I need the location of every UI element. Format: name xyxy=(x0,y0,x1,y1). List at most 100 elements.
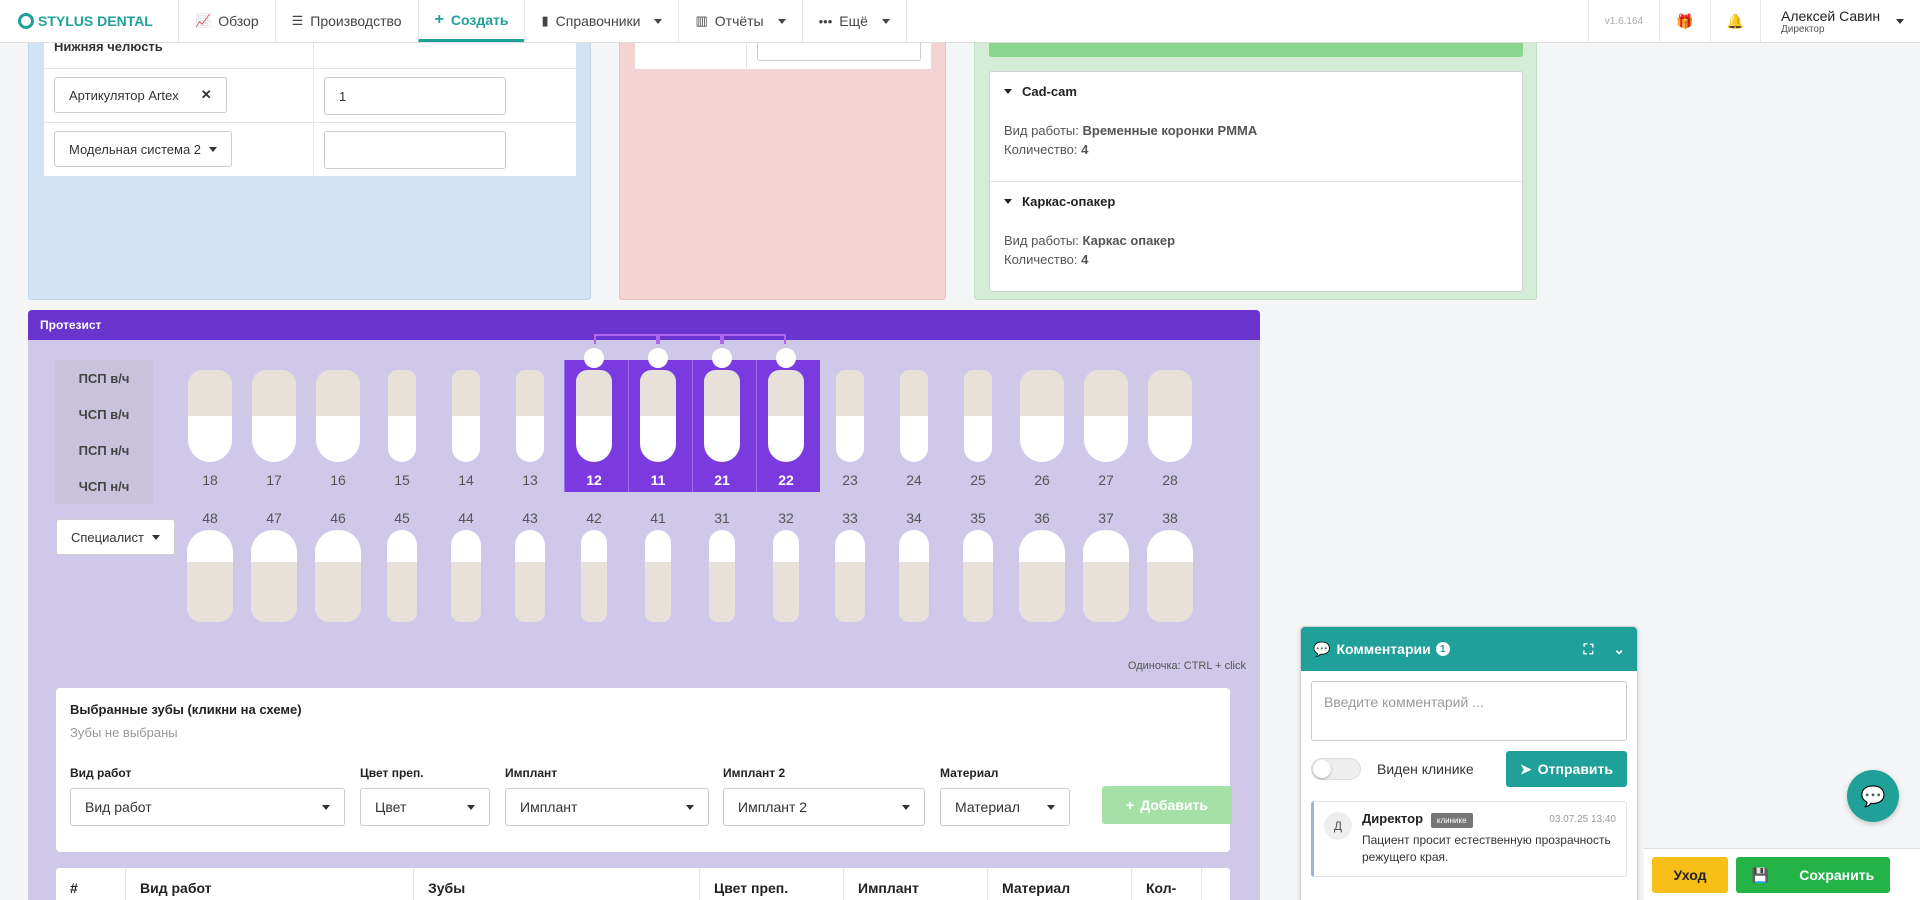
articulator-tag[interactable]: Артикулятор Artex ✕ xyxy=(54,77,227,113)
bell-icon: 🔔 xyxy=(1726,12,1744,29)
tooth-21[interactable]: 21 xyxy=(692,360,752,488)
model-system-dropdown[interactable]: Модельная система 2 xyxy=(54,131,233,167)
tooth-12[interactable]: 12 xyxy=(564,360,624,488)
tooth-34[interactable]: 34 xyxy=(884,510,944,622)
chevron-down-icon xyxy=(1896,19,1904,24)
care-button[interactable]: Уход xyxy=(1652,857,1728,893)
chevron-down-icon[interactable]: ⌄ xyxy=(1613,641,1625,658)
col-prep-color[interactable]: Цвет преп. xyxy=(700,868,844,900)
tooth-28[interactable]: 28 xyxy=(1140,360,1200,488)
tooth-44[interactable]: 44 xyxy=(436,510,496,622)
quantity-label: Количество: xyxy=(1004,142,1078,157)
tooth-47[interactable]: 47 xyxy=(244,510,304,622)
tooth-22[interactable]: 22 xyxy=(756,360,816,488)
menu-item-chsp-upper[interactable]: ЧСП в/ч xyxy=(55,396,153,432)
nav-more[interactable]: ••• Ещё xyxy=(801,0,907,42)
menu-item-chsp-lower[interactable]: ЧСП н/ч xyxy=(55,468,153,504)
tooth-25[interactable]: 25 xyxy=(948,360,1008,488)
tooth-37[interactable]: 37 xyxy=(1076,510,1136,622)
col-work-type[interactable]: Вид работ xyxy=(126,868,414,900)
tooth-38[interactable]: 38 xyxy=(1140,510,1200,622)
menu-item-psp-upper[interactable]: ПСП в/ч xyxy=(55,360,153,396)
section-toggle[interactable]: Каркас-опакер xyxy=(1004,194,1508,209)
section-toggle[interactable]: Cad-cam xyxy=(1004,84,1508,99)
quantity-input[interactable] xyxy=(324,131,506,169)
col-teeth[interactable]: Зубы xyxy=(414,868,700,900)
col-material[interactable]: Материал xyxy=(988,868,1132,900)
chevron-down-icon xyxy=(777,18,786,24)
nav-create[interactable]: + Создать xyxy=(417,0,525,42)
save-button[interactable]: 💾 Сохранить xyxy=(1736,857,1890,893)
tooth-shape xyxy=(768,370,804,462)
tooth-16[interactable]: 16 xyxy=(308,360,368,488)
notifications-button[interactable]: 🔔 xyxy=(1709,0,1760,42)
brand-logo[interactable]: STYLUS DENTAL xyxy=(0,0,178,42)
top-navbar: STYLUS DENTAL 📈 Обзор ☰ Производство + С… xyxy=(0,0,1920,43)
chat-button[interactable]: 💬 xyxy=(1847,770,1899,822)
expand-icon[interactable]: ⛶ xyxy=(1583,641,1593,658)
app-version: v1.6.164 xyxy=(1587,0,1659,42)
add-button[interactable]: + Добавить xyxy=(1102,786,1232,824)
tooth-shape xyxy=(388,370,416,462)
material-select[interactable]: Материал xyxy=(940,788,1070,826)
tooth-32[interactable]: 32 xyxy=(756,510,816,622)
tooth-18[interactable]: 18 xyxy=(180,360,240,488)
send-button[interactable]: ➤ Отправить xyxy=(1506,751,1627,787)
tooth-36[interactable]: 36 xyxy=(1012,510,1072,622)
tooth-14[interactable]: 14 xyxy=(436,360,496,488)
jaw-type-menu: ПСП в/ч ЧСП в/ч ПСП н/ч ЧСП н/ч xyxy=(55,360,153,504)
quantity-input[interactable]: 1 xyxy=(324,77,506,115)
plus-icon: + xyxy=(1126,797,1135,813)
table-row: Модельная система 2 xyxy=(44,123,576,175)
work-type-select[interactable]: Вид работ xyxy=(70,788,345,826)
tooth-26[interactable]: 26 xyxy=(1012,360,1072,488)
nav-directories[interactable]: ▮ Справочники xyxy=(524,0,678,42)
work-sections-card: Cad-cam Вид работы: Временные коронки PM… xyxy=(989,71,1523,292)
gift-button[interactable]: 🎁 xyxy=(1659,0,1709,42)
menu-item-psp-lower[interactable]: ПСП н/ч xyxy=(55,432,153,468)
nav-production[interactable]: ☰ Производство xyxy=(274,0,418,42)
tooth-shape xyxy=(709,530,735,622)
tooth-number: 34 xyxy=(906,510,922,526)
prep-color-select[interactable]: Цвет xyxy=(360,788,490,826)
tooth-shape xyxy=(452,370,480,462)
close-icon[interactable]: ✕ xyxy=(201,87,212,103)
tooth-13[interactable]: 13 xyxy=(500,360,560,488)
col-implant[interactable]: Имплант xyxy=(844,868,988,900)
book-icon: ▮ xyxy=(541,13,549,28)
tooth-number: 24 xyxy=(906,472,922,488)
tooth-17[interactable]: 17 xyxy=(244,360,304,488)
tooth-15[interactable]: 15 xyxy=(372,360,432,488)
specialist-dropdown[interactable]: Специалист xyxy=(56,519,175,555)
tooth-43[interactable]: 43 xyxy=(500,510,560,622)
comment-input[interactable]: Введите комментарий ... xyxy=(1311,681,1627,741)
tooth-number: 14 xyxy=(458,472,474,488)
implant-select[interactable]: Имплант xyxy=(505,788,709,826)
col-quantity[interactable]: Кол-во xyxy=(1132,868,1202,900)
tooth-35[interactable]: 35 xyxy=(948,510,1008,622)
tooth-27[interactable]: 27 xyxy=(1076,360,1136,488)
chevron-down-icon xyxy=(686,804,694,810)
tooth-24[interactable]: 24 xyxy=(884,360,944,488)
caret-down-icon xyxy=(1004,199,1012,204)
col-number[interactable]: # xyxy=(56,868,126,900)
tooth-number: 44 xyxy=(458,510,474,526)
tooth-45[interactable]: 45 xyxy=(372,510,432,622)
tooth-23[interactable]: 23 xyxy=(820,360,880,488)
tooth-46[interactable]: 46 xyxy=(308,510,368,622)
nav-overview[interactable]: 📈 Обзор xyxy=(178,0,275,42)
nav-reports[interactable]: ▥ Отчёты xyxy=(678,0,801,42)
tooth-31[interactable]: 31 xyxy=(692,510,752,622)
caret-down-icon xyxy=(1004,89,1012,94)
tooth-41[interactable]: 41 xyxy=(628,510,688,622)
tooth-42[interactable]: 42 xyxy=(564,510,624,622)
nav-production-label: Производство xyxy=(310,13,402,29)
user-menu[interactable]: Алексей Савин Директор xyxy=(1760,0,1920,42)
tooth-number: 36 xyxy=(1034,510,1050,526)
tooth-11[interactable]: 11 xyxy=(628,360,688,488)
visible-to-clinic-toggle[interactable] xyxy=(1311,758,1361,780)
tooth-48[interactable]: 48 xyxy=(180,510,240,622)
implant2-select[interactable]: Имплант 2 xyxy=(723,788,925,826)
tooth-33[interactable]: 33 xyxy=(820,510,880,622)
bridge-connector xyxy=(658,334,722,344)
